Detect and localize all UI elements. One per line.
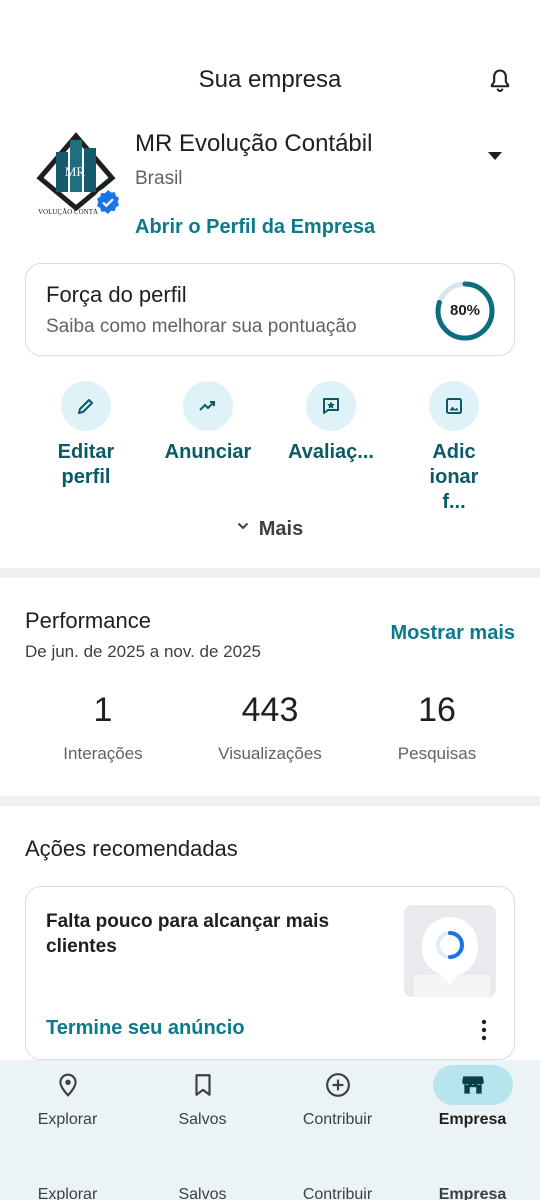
stat-label: Visualizações <box>218 744 322 763</box>
action-circle <box>306 381 356 431</box>
page-title: Sua empresa <box>198 66 342 93</box>
reviews-button[interactable]: Avaliaç... <box>270 380 392 500</box>
app-header: Sua empresa <box>0 56 540 106</box>
bottom-nav: Explorar Salvos Contribuir Empresa <box>0 1060 540 1200</box>
strength-subtitle: Saiba como melhorar sua pontuação <box>46 316 357 337</box>
more-button[interactable]: Mais <box>0 518 540 548</box>
add-circle-icon <box>325 1073 350 1097</box>
storefront-icon <box>461 1076 484 1094</box>
nav-label: Contribuir <box>302 1111 373 1128</box>
more-label: Mais <box>258 518 304 540</box>
finish-listing-link[interactable]: Termine seu anúncio <box>46 1017 245 1040</box>
show-more-link[interactable]: Mostrar mais <box>391 622 516 645</box>
nav-label: Explorar <box>37 1111 98 1128</box>
quick-actions: Editar perfil Anunciar Avaliaç... Adic i… <box>25 380 515 513</box>
stat-views[interactable]: 443 Visualizações <box>185 688 355 764</box>
recommendation-card[interactable]: Falta pouco para alcançar mais clientes … <box>25 886 515 1060</box>
stat-label: Pesquisas <box>397 744 477 763</box>
nav-label-clipped: Contribuir <box>302 1186 373 1200</box>
image-icon <box>446 398 462 414</box>
verified-badge-icon <box>94 188 122 216</box>
nav-label-clipped: Salvos <box>178 1186 227 1200</box>
action-circle <box>183 381 233 431</box>
pencil-icon <box>78 399 93 414</box>
nav-business[interactable]: Empresa <box>405 1060 540 1160</box>
nav-saved[interactable]: Salvos <box>135 1060 270 1160</box>
performance-section: Performance De jun. de 2025 a nov. de 20… <box>0 578 540 796</box>
open-profile-link[interactable]: Abrir o Perfil da Empresa <box>135 216 375 239</box>
action-label: Editar perfil <box>57 441 115 488</box>
business-header: MR VOLUÇÃO CONTÁ MR Evolução Contábil Br… <box>0 122 540 242</box>
business-name: MR Evolução Contábil <box>135 130 373 157</box>
logo-caption: VOLUÇÃO CONTÁ <box>38 208 98 216</box>
nav-label-clipped: Empresa <box>438 1186 507 1200</box>
logo-text: MR <box>65 164 86 179</box>
action-circle <box>61 381 111 431</box>
recommendation-text: Falta pouco para alcançar mais clientes <box>46 911 330 957</box>
stat-label: Interações <box>63 744 143 763</box>
stat-value: 443 <box>241 691 299 729</box>
nav-label: Empresa <box>438 1111 507 1128</box>
nav-label: Salvos <box>178 1111 227 1128</box>
location-pin-icon <box>58 1073 77 1097</box>
trending-up-icon <box>199 401 215 411</box>
edit-profile-button[interactable]: Editar perfil <box>25 380 147 500</box>
business-country: Brasil <box>135 168 183 189</box>
bell-icon[interactable] <box>486 67 514 95</box>
performance-title: Performance <box>25 608 151 633</box>
recommended-title: Ações recomendadas <box>25 836 238 861</box>
action-label: Adic ionar f... <box>429 441 479 513</box>
nav-contribute[interactable]: Contribuir <box>270 1060 405 1160</box>
section-divider <box>0 796 540 806</box>
stat-value: 1 <box>93 691 113 729</box>
stat-interactions[interactable]: 1 Interações <box>18 688 188 764</box>
stat-searches[interactable]: 16 Pesquisas <box>352 688 522 764</box>
progress-percent: 80% <box>449 302 481 319</box>
profile-strength-card[interactable]: Força do perfil Saiba como melhorar sua … <box>25 263 515 356</box>
chevron-down-icon <box>237 522 248 530</box>
nav-explore[interactable]: Explorar <box>0 1060 135 1160</box>
bookmark-icon <box>194 1074 211 1096</box>
nav-label-clipped: Explorar <box>37 1186 98 1200</box>
action-label: Avaliaç... <box>288 441 374 463</box>
stat-value: 16 <box>418 691 456 729</box>
action-circle <box>429 381 479 431</box>
strength-title: Força do perfil <box>46 282 187 307</box>
more-vert-icon[interactable] <box>480 1019 488 1041</box>
performance-range: De jun. de 2025 a nov. de 2025 <box>25 642 261 661</box>
chevron-down-icon[interactable] <box>488 152 502 160</box>
map-pin-illustration <box>404 905 496 997</box>
section-divider <box>0 568 540 578</box>
review-star-icon <box>323 398 339 414</box>
action-label: Anunciar <box>164 441 252 463</box>
add-photo-button[interactable]: Adic ionar f... <box>393 380 515 513</box>
advertise-button[interactable]: Anunciar <box>147 380 269 500</box>
